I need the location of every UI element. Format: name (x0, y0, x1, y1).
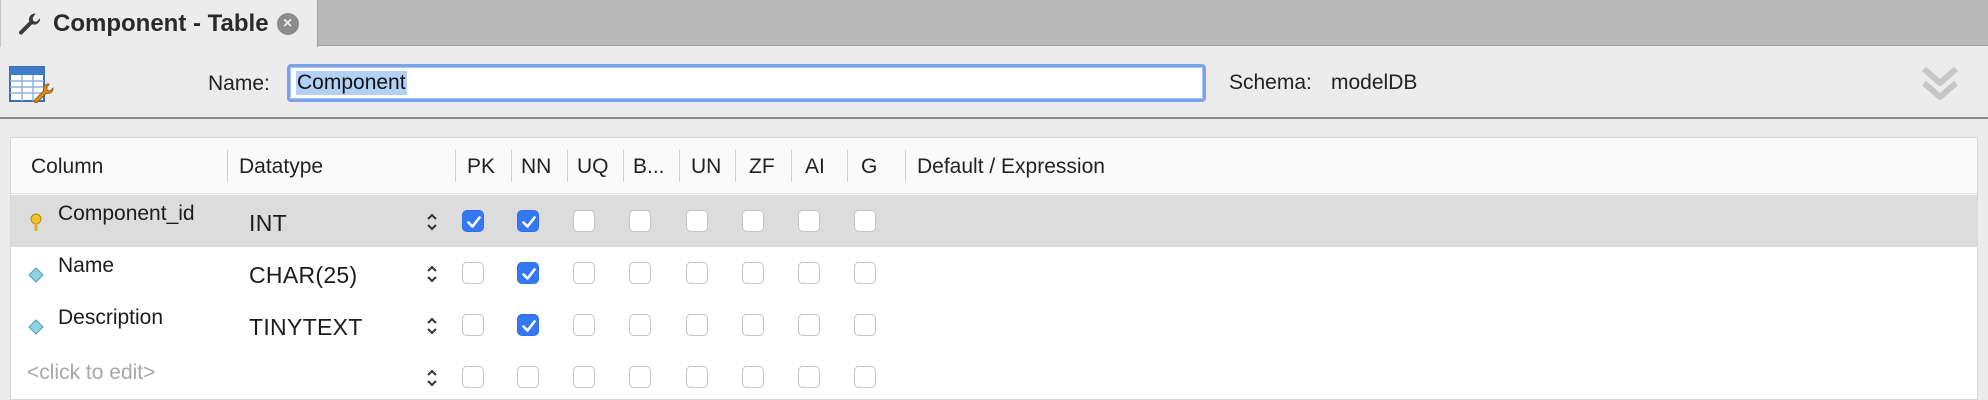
table-header: Name: Component Schema: modelDB (0, 47, 1988, 119)
ai-checkbox[interactable] (798, 210, 820, 232)
schema-value: modelDB (1331, 71, 1418, 94)
column-diamond-icon (28, 267, 44, 283)
nn-checkbox[interactable] (517, 262, 539, 284)
g-checkbox[interactable] (854, 314, 876, 336)
binary-checkbox[interactable] (629, 262, 651, 284)
tab-close-icon[interactable]: × (276, 12, 299, 35)
datatype-stepper-icon[interactable] (424, 367, 440, 389)
column-headers: Column Datatype PK NN UQ B... UN ZF AI G… (11, 138, 1977, 194)
header-g[interactable]: G (861, 155, 877, 179)
nn-checkbox[interactable] (517, 366, 539, 388)
table-row[interactable]: Component_id INT (11, 195, 1977, 247)
un-checkbox[interactable] (686, 314, 708, 336)
columns-grid: Column Datatype PK NN UQ B... UN ZF AI G… (10, 137, 1978, 400)
column-datatype[interactable]: CHAR(25) (249, 262, 357, 289)
column-name[interactable]: Component_id (58, 202, 195, 226)
binary-checkbox[interactable] (629, 366, 651, 388)
pk-checkbox[interactable] (462, 314, 484, 336)
name-label: Name: (208, 72, 270, 95)
ai-checkbox[interactable] (798, 366, 820, 388)
header-separator (567, 150, 568, 182)
g-checkbox[interactable] (854, 366, 876, 388)
binary-checkbox[interactable] (629, 314, 651, 336)
pk-checkbox[interactable] (462, 210, 484, 232)
zf-checkbox[interactable] (742, 314, 764, 336)
binary-checkbox[interactable] (629, 210, 651, 232)
header-separator (455, 150, 456, 182)
header-nn[interactable]: NN (521, 155, 551, 179)
header-default-expression[interactable]: Default / Expression (917, 155, 1105, 179)
tab-title: Component - Table (53, 9, 269, 37)
tab-component-table[interactable]: Component - Table × (0, 0, 318, 47)
header-separator (847, 150, 848, 182)
uq-checkbox[interactable] (573, 314, 595, 336)
column-diamond-icon (28, 319, 44, 335)
table-name-value: Component (296, 71, 407, 95)
header-un[interactable]: UN (691, 155, 721, 179)
header-uq[interactable]: UQ (577, 155, 609, 179)
header-pk[interactable]: PK (467, 155, 495, 179)
uq-checkbox[interactable] (573, 210, 595, 232)
nn-checkbox[interactable] (517, 314, 539, 336)
header-zf[interactable]: ZF (749, 155, 775, 179)
double-chevron-down-icon[interactable] (1918, 61, 1962, 105)
zf-checkbox[interactable] (742, 366, 764, 388)
column-name[interactable]: Name (58, 254, 114, 278)
uq-checkbox[interactable] (573, 262, 595, 284)
un-checkbox[interactable] (686, 366, 708, 388)
table-row[interactable]: Name CHAR(25) (11, 247, 1977, 299)
header-column[interactable]: Column (31, 155, 103, 179)
un-checkbox[interactable] (686, 210, 708, 232)
schema-label: Schema: (1229, 71, 1312, 94)
header-datatype[interactable]: Datatype (239, 155, 323, 179)
header-separator (623, 150, 624, 182)
zf-checkbox[interactable] (742, 262, 764, 284)
header-separator (679, 150, 680, 182)
datatype-stepper-icon[interactable] (424, 211, 440, 233)
table-name-input[interactable]: Component (287, 64, 1206, 102)
header-separator (905, 150, 906, 182)
header-separator (511, 150, 512, 182)
header-separator (735, 150, 736, 182)
header-ai[interactable]: AI (805, 155, 825, 179)
header-separator (791, 150, 792, 182)
pk-checkbox[interactable] (462, 262, 484, 284)
g-checkbox[interactable] (854, 262, 876, 284)
datatype-stepper-icon[interactable] (424, 263, 440, 285)
ai-checkbox[interactable] (798, 314, 820, 336)
primary-key-icon (30, 213, 42, 231)
column-name[interactable]: Description (58, 306, 163, 330)
table-row[interactable]: Description TINYTEXT (11, 299, 1977, 351)
header-binary[interactable]: B... (633, 155, 665, 179)
zf-checkbox[interactable] (742, 210, 764, 232)
ai-checkbox[interactable] (798, 262, 820, 284)
click-to-edit-placeholder[interactable]: <click to edit> (27, 361, 155, 385)
wrench-icon (19, 12, 41, 35)
column-datatype[interactable]: TINYTEXT (249, 314, 363, 341)
g-checkbox[interactable] (854, 210, 876, 232)
column-datatype[interactable]: INT (249, 210, 287, 237)
un-checkbox[interactable] (686, 262, 708, 284)
tab-bar: Component - Table × (0, 0, 1988, 47)
datatype-stepper-icon[interactable] (424, 315, 440, 337)
new-column-row[interactable]: <click to edit> (11, 351, 1977, 400)
uq-checkbox[interactable] (573, 366, 595, 388)
table-editor-icon (9, 66, 54, 104)
pk-checkbox[interactable] (462, 366, 484, 388)
header-separator (227, 150, 228, 182)
nn-checkbox[interactable] (517, 210, 539, 232)
